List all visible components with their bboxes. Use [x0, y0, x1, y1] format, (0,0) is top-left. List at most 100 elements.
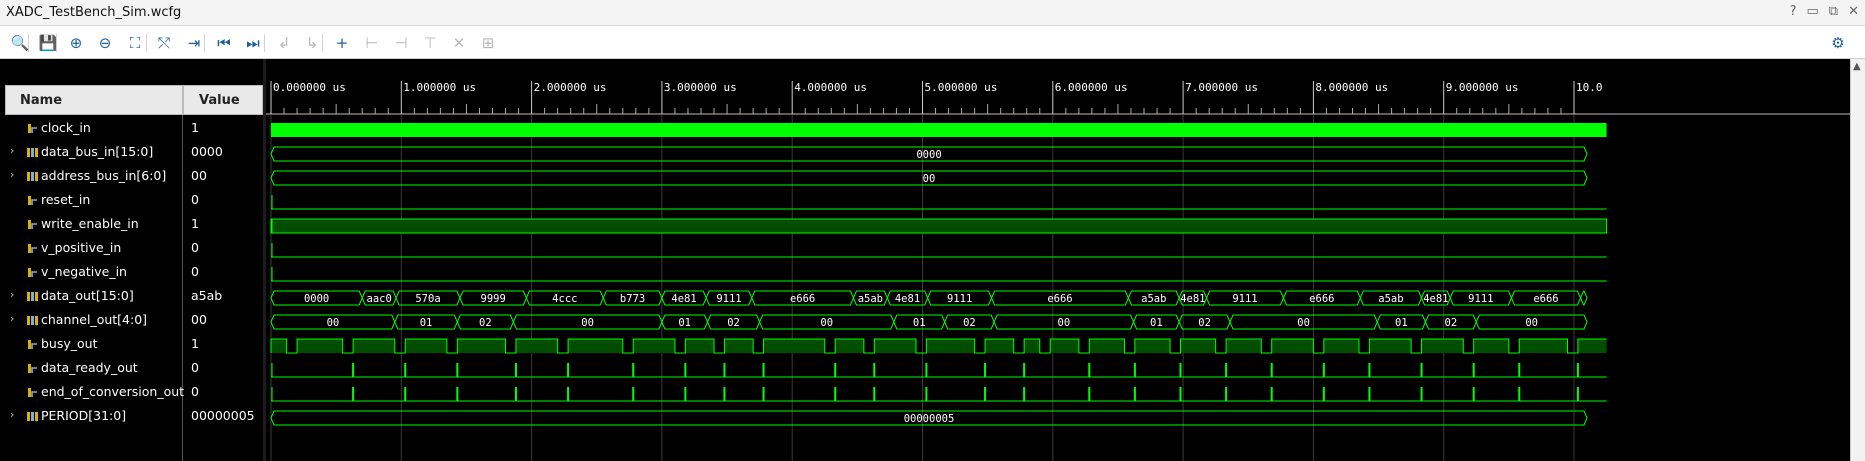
previous-marker-icon: ⊢	[365, 34, 379, 52]
search-icon[interactable]: 🔍	[8, 32, 32, 54]
bus-segment-value: 02	[963, 317, 976, 329]
delete-marker-icon: ✕	[452, 34, 466, 52]
expand-chevron-icon[interactable]: ›	[10, 168, 14, 181]
bus-segment-value: e666	[790, 293, 815, 305]
window-title: XADC_TestBench_Sim.wcfg	[6, 5, 182, 20]
pulse-mark	[834, 387, 837, 401]
time-axis-label: 8.000000 us	[1315, 81, 1388, 94]
signal-value: 00	[191, 168, 207, 183]
signal-name: busy_out	[41, 336, 98, 351]
restore-icon[interactable]: ▭	[1807, 4, 1819, 19]
bus-segment-value: 02	[1198, 317, 1211, 329]
goto-cursor-icon[interactable]: ⇥	[182, 32, 206, 54]
zoom-fit-icon[interactable]: ⛶	[123, 32, 147, 54]
bus-segment-value: 9111	[1232, 293, 1257, 305]
bus-segment-value: 00000005	[904, 413, 955, 425]
bus-segment-value: 02	[727, 317, 740, 329]
signal-row[interactable]: › channel_out[4:0] 00	[0, 309, 263, 333]
bit-signal-icon	[28, 388, 37, 397]
signal-name: write_enable_in	[41, 216, 139, 231]
signal-row[interactable]: › data_out[15:0] a5ab	[0, 285, 263, 309]
swap-marker-icon: ⊤	[423, 34, 437, 52]
signal-row[interactable]: › data_bus_in[15:0] 0000	[0, 141, 263, 165]
signal-row[interactable]: v_negative_in 0	[0, 261, 263, 285]
bus-segment-value: 02	[1445, 317, 1458, 329]
next-marker-icon: ⊣	[394, 34, 408, 52]
pulse-mark	[1133, 363, 1136, 377]
pulse-mark	[1270, 387, 1273, 401]
zoom-out-icon[interactable]: ⊖	[93, 32, 117, 54]
signal-value: 1	[191, 216, 199, 231]
vertical-scrollbar[interactable]: ▲	[1850, 59, 1865, 461]
signal-row[interactable]: › PERIOD[31:0] 00000005	[0, 405, 263, 429]
pulse-mark	[352, 363, 355, 377]
pulse-mark	[723, 387, 726, 401]
signal-row[interactable]: › address_bus_in[6:0] 00	[0, 165, 263, 189]
bus-segment-value: 00	[581, 317, 594, 329]
signal-name: end_of_conversion_out	[41, 384, 185, 399]
signal-row[interactable]: end_of_conversion_out 0	[0, 381, 263, 405]
time-axis-label: 2.000000 us	[534, 81, 607, 94]
time-axis-label: 10.0	[1576, 81, 1603, 94]
pulse-mark	[873, 387, 876, 401]
pulse-mark	[1472, 387, 1475, 401]
name-column-header[interactable]: Name	[5, 85, 183, 115]
waveform-view[interactable]: 0.000000 us 1.000000 us 2.000000 us 3.00000…	[266, 59, 1850, 461]
goto-end-icon[interactable]: ⏭	[241, 32, 265, 54]
add-marker-icon[interactable]: +	[330, 32, 354, 54]
signal-row[interactable]: data_ready_out 0	[0, 357, 263, 381]
time-axis-label: 5.000000 us	[925, 81, 998, 94]
bus-segment-value: 570a	[415, 293, 440, 305]
time-ruler	[266, 73, 1850, 115]
value-column-header[interactable]: Value	[183, 85, 263, 115]
bus-segment-value: e666	[1309, 293, 1334, 305]
bit-signal-icon	[28, 196, 37, 205]
float-icon[interactable]: ⧉	[1829, 4, 1838, 19]
bus-segment-value: 00	[820, 317, 833, 329]
scroll-up-icon[interactable]: ▲	[1853, 61, 1861, 72]
expand-chevron-icon[interactable]: ›	[10, 312, 14, 325]
close-icon[interactable]: ✕	[1848, 4, 1859, 19]
pulse-mark	[404, 363, 407, 377]
signal-value: a5ab	[191, 288, 223, 303]
bus-signal-icon	[27, 292, 38, 301]
signal-row[interactable]: busy_out 1	[0, 333, 263, 357]
pulse-mark	[1322, 387, 1325, 401]
pulse-mark	[404, 387, 407, 401]
pulse-mark	[762, 387, 765, 401]
expand-chevron-icon[interactable]: ›	[10, 408, 14, 421]
bus-segment-value: 01	[678, 317, 691, 329]
pulse-mark	[1088, 363, 1091, 377]
help-icon[interactable]: ?	[1790, 4, 1797, 19]
signal-name: v_positive_in	[41, 240, 122, 255]
pulse-mark	[873, 363, 876, 377]
goto-start-icon[interactable]: ⏮	[212, 32, 236, 54]
pulse-mark	[984, 363, 987, 377]
settings-gear-icon[interactable]: ⚙	[1826, 32, 1850, 54]
signal-row[interactable]: clock_in 1	[0, 117, 263, 141]
pulse-mark	[1322, 363, 1325, 377]
signal-row[interactable]: v_positive_in 0	[0, 237, 263, 261]
bus-segment-value: 9111	[1468, 293, 1493, 305]
pulse-mark	[1179, 363, 1182, 377]
signal-value: 0000	[191, 144, 223, 159]
zoom-in-icon[interactable]: ⊕	[64, 32, 88, 54]
bus-segment-value: 4ccc	[552, 293, 577, 305]
signal-row[interactable]: write_enable_in 1	[0, 213, 263, 237]
save-icon[interactable]: 💾	[36, 32, 60, 54]
signal-row[interactable]: reset_in 0	[0, 189, 263, 213]
bus-segment-value: 02	[479, 317, 492, 329]
expand-chevron-icon[interactable]: ›	[10, 288, 14, 301]
signal-value: 0	[191, 360, 199, 375]
next-transition-icon: ↳	[305, 34, 319, 52]
signal-value: 0	[191, 264, 199, 279]
signal-name: v_negative_in	[41, 264, 127, 279]
signal-value: 0	[191, 240, 199, 255]
signal-value: 00	[191, 312, 207, 327]
swap-cursor-icon[interactable]: ⤲	[152, 32, 176, 54]
bus-segment-value: 01	[420, 317, 433, 329]
pulse-mark	[1420, 363, 1423, 377]
expand-chevron-icon[interactable]: ›	[10, 144, 14, 157]
pulse-mark	[514, 363, 517, 377]
pulse-mark	[1023, 363, 1026, 377]
